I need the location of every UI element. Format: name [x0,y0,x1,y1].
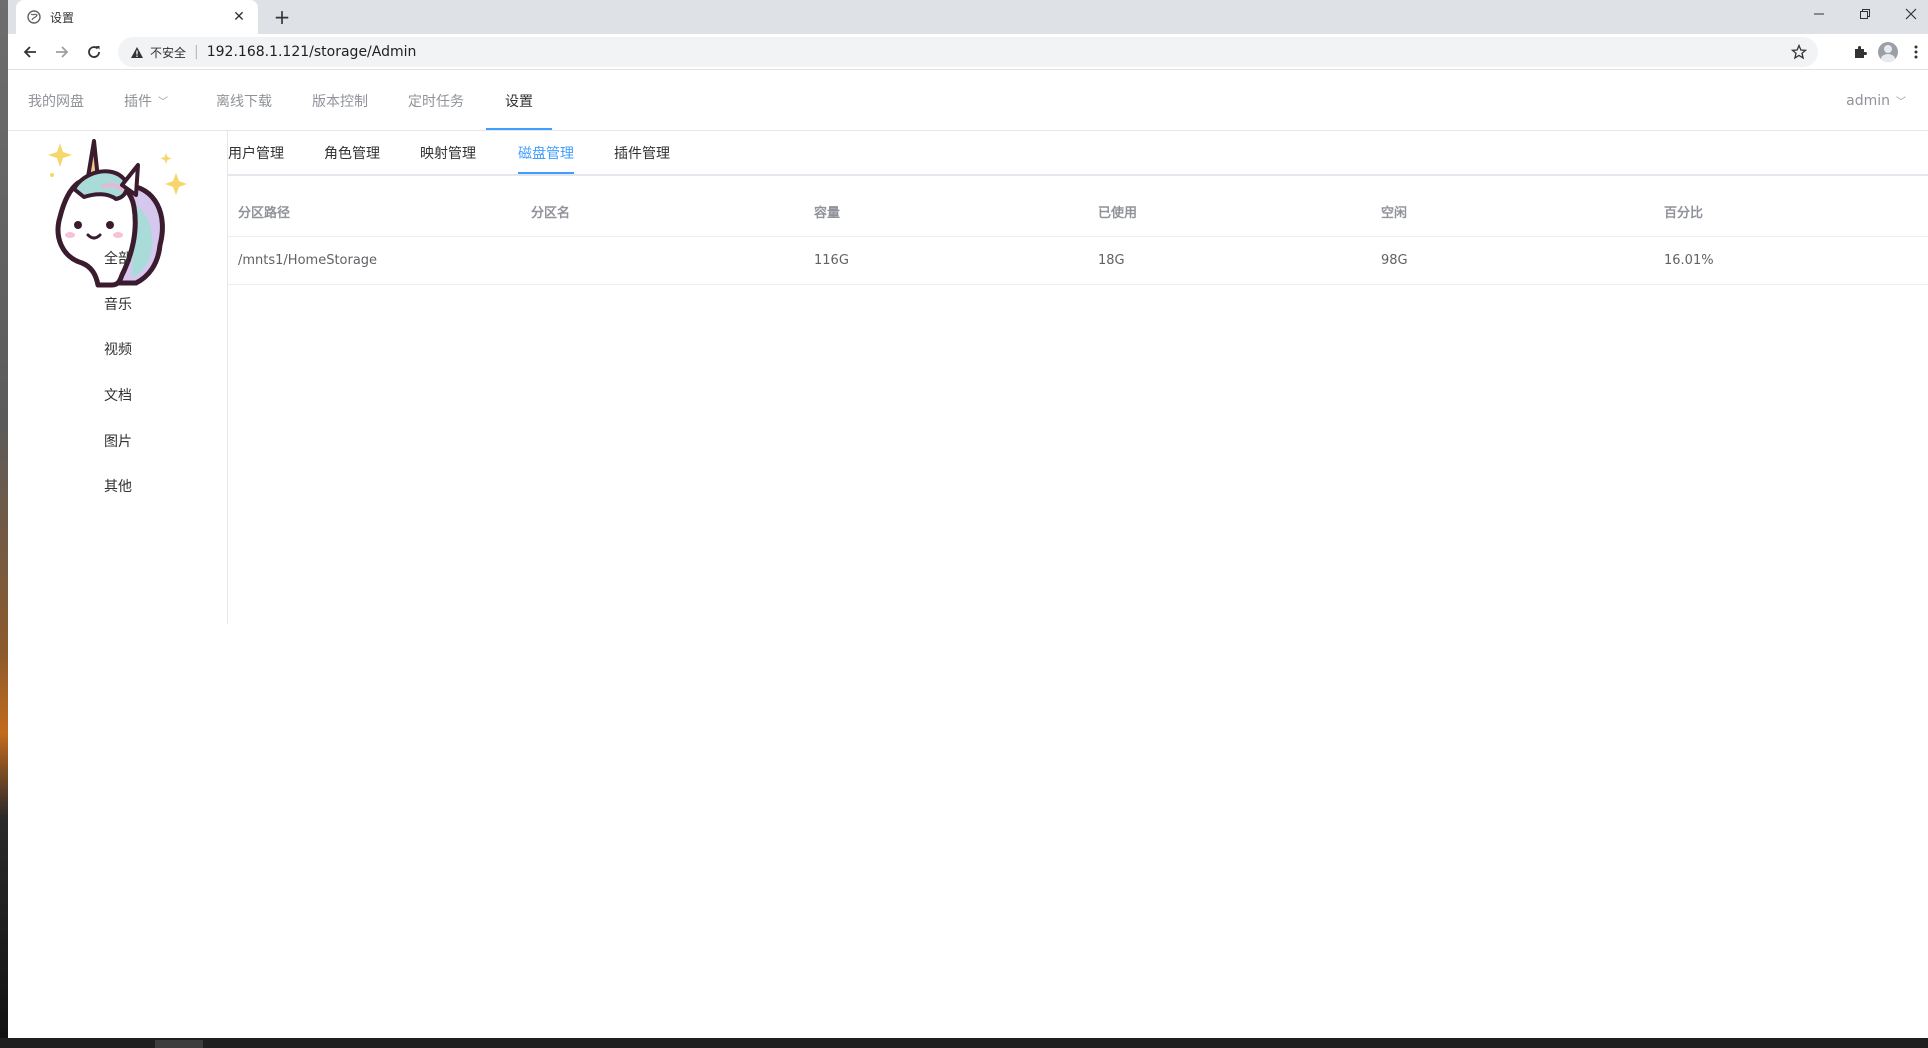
tab-label: 用户管理 [228,145,284,162]
tab-label: 角色管理 [324,145,380,162]
bookmark-star-icon[interactable] [1790,43,1808,61]
url-separator: | [194,44,199,60]
nav-label: 插件 [124,93,152,110]
close-window-button[interactable] [1888,0,1928,28]
column-header[interactable]: 已使用 [1098,187,1137,236]
arrow-right-icon [56,46,69,58]
nav-item-my-drive[interactable]: 我的网盘 [28,70,84,131]
column-header[interactable]: 容量 [814,187,840,236]
nav-label: 设置 [505,93,533,110]
capacity-cell: 116G [814,253,849,268]
browser-toolbar: 不安全 | 192.168.1.121/storage/Admin [8,34,1928,70]
reload-icon [88,46,100,58]
sidebar-item-label: 其他 [104,479,132,495]
sidebar-item-all[interactable]: 全部 [8,238,228,278]
address-bar[interactable]: 不安全 | 192.168.1.121/storage/Admin [118,37,1818,67]
sidebar-item-video[interactable]: 视频 [8,329,228,369]
url-text[interactable]: 192.168.1.121/storage/Admin [207,44,417,60]
browser-tab[interactable]: 设置 ✕ [16,0,258,34]
tab-active-indicator [518,172,574,174]
free-cell: 98G [1381,253,1408,268]
username: admin [1846,92,1890,109]
disk-table: 分区路径 分区名 容量 已使用 空闲 百分比 /mnts1/HomeStorag… [228,187,1928,285]
percent-cell: 16.01% [1664,253,1714,268]
sidebar: 全部 音乐 视频 文档 图片 其他 [8,131,228,624]
restore-icon [1860,9,1870,19]
table-header: 分区路径 分区名 容量 已使用 空闲 百分比 [228,187,1928,237]
nav-item-plugins[interactable]: 插件 ﹀ [124,70,168,131]
back-button[interactable] [16,38,44,66]
used-cell: 18G [1098,253,1125,268]
user-menu[interactable]: admin ﹀ [1846,70,1906,131]
globe-icon [26,9,42,25]
nav-item-scheduled-tasks[interactable]: 定时任务 [408,70,464,131]
security-label[interactable]: 不安全 [150,44,186,61]
desktop-background [0,0,8,1048]
sidebar-item-documents[interactable]: 文档 [8,375,228,415]
nav-label: 离线下载 [216,93,272,110]
sidebar-item-images[interactable]: 图片 [8,421,228,461]
sidebar-item-label: 图片 [104,434,132,450]
settings-tabs: 用户管理 角色管理 映射管理 磁盘管理 插件管理 [228,131,1928,176]
minimize-icon [1814,13,1824,15]
tab-user-management[interactable]: 用户管理 [228,131,284,174]
partition-path-cell: /mnts1/HomeStorage [238,253,378,268]
tab-plugin-management[interactable]: 插件管理 [614,131,670,174]
table-row[interactable]: /mnts1/HomeStorage 116G 18G 98G 16.01% [228,237,1928,285]
forward-button[interactable] [48,38,76,66]
nav-label: 定时任务 [408,93,464,110]
nav-active-indicator [486,128,552,130]
nav-item-offline-download[interactable]: 离线下载 [216,70,272,131]
close-icon [1905,8,1917,20]
sidebar-item-other[interactable]: 其他 [8,466,228,506]
sidebar-item-label: 音乐 [104,297,132,313]
arrow-left-icon [23,46,36,58]
tab-disk-management[interactable]: 磁盘管理 [518,131,574,174]
tab-strip: 设置 ✕ + [8,0,1928,34]
sidebar-item-label: 文档 [104,388,132,404]
sidebar-item-label: 视频 [104,342,132,358]
app-top-nav: 我的网盘 插件 ﹀ 离线下载 版本控制 定时任务 设置 admin ﹀ [8,70,1928,131]
column-header[interactable]: 分区名 [531,187,570,236]
reload-button[interactable] [80,38,108,66]
tab-label: 磁盘管理 [518,145,574,162]
sidebar-item-label: 全部 [104,251,132,267]
chevron-down-icon: ﹀ [158,97,168,108]
column-header[interactable]: 分区路径 [238,187,290,236]
more-vertical-icon [1914,45,1918,59]
puzzle-icon [1855,46,1867,58]
tab-role-management[interactable]: 角色管理 [324,131,380,174]
tab-label: 插件管理 [614,145,670,162]
warning-icon [131,46,143,58]
taskbar-active-app[interactable] [155,1040,203,1048]
tab-mapping-management[interactable]: 映射管理 [420,131,476,174]
restore-button[interactable] [1842,0,1888,28]
browser-menu-button[interactable] [1902,38,1928,66]
column-header[interactable]: 空闲 [1381,187,1407,236]
column-header[interactable]: 百分比 [1664,187,1703,236]
nav-item-version-control[interactable]: 版本控制 [312,70,368,131]
close-tab-icon[interactable]: ✕ [230,8,248,26]
nav-label: 我的网盘 [28,93,84,110]
browser-window: 设置 ✕ + 不安全 | 192.168.1.121/storage/Admin [8,0,1928,1038]
chevron-down-icon: ﹀ [1896,97,1906,108]
tab-label: 映射管理 [420,145,476,162]
os-taskbar [0,1038,1928,1048]
avatar-icon [1878,42,1898,62]
tab-title: 设置 [50,10,75,25]
profile-button[interactable] [1874,38,1902,66]
minimize-button[interactable] [1796,0,1842,28]
new-tab-button[interactable]: + [270,5,294,29]
nav-label: 版本控制 [312,93,368,110]
nav-item-settings[interactable]: 设置 [505,70,533,131]
sidebar-item-music[interactable]: 音乐 [8,284,228,324]
extensions-button[interactable] [1846,38,1874,66]
